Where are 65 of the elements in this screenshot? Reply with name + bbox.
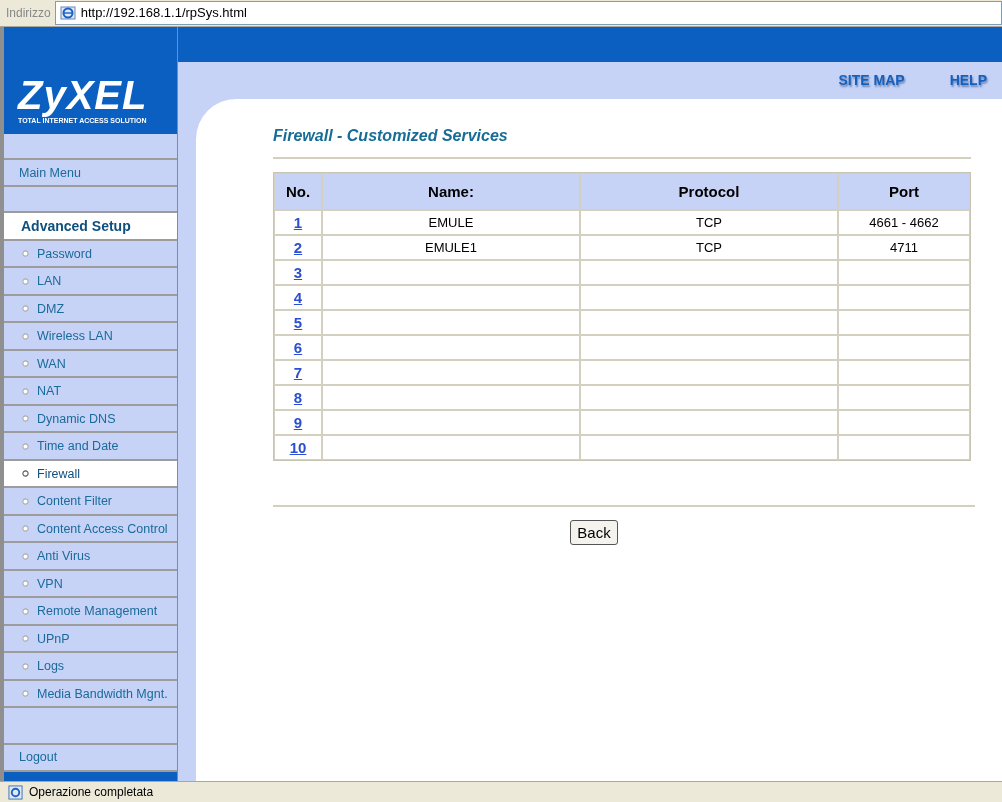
radio-icon bbox=[22, 662, 29, 670]
row-link[interactable]: 8 bbox=[293, 388, 303, 406]
row-link[interactable]: 10 bbox=[289, 438, 307, 456]
table-cell: TCP bbox=[580, 209, 838, 235]
logo-text: ZyXEL bbox=[18, 74, 149, 115]
column-header: Name: bbox=[322, 172, 580, 210]
radio-icon bbox=[22, 442, 29, 450]
sidebar-item[interactable]: Main Menu bbox=[4, 159, 177, 188]
row-link[interactable]: 6 bbox=[293, 338, 303, 356]
sidebar-item[interactable]: Dynamic DNS bbox=[4, 405, 177, 434]
radio-icon bbox=[22, 250, 29, 258]
radio-icon bbox=[22, 387, 29, 395]
row-link[interactable]: 4 bbox=[293, 288, 303, 306]
address-field[interactable]: http://192.168.1.1/rpSys.html bbox=[54, 1, 1002, 25]
sidebar-item[interactable]: VPN bbox=[4, 570, 177, 599]
table-cell: EMULE bbox=[322, 209, 580, 235]
row-link[interactable]: 3 bbox=[293, 263, 303, 281]
radio-icon bbox=[22, 635, 29, 643]
radio-icon bbox=[22, 305, 29, 313]
radio-icon bbox=[22, 277, 29, 285]
sidebar-heading: Advanced Setup bbox=[4, 213, 177, 241]
header-link[interactable]: HELP bbox=[949, 72, 987, 89]
sidebar-item[interactable]: Remote Management bbox=[4, 598, 177, 626]
row-link[interactable]: 9 bbox=[293, 413, 303, 431]
sidebar-item[interactable]: Logs bbox=[4, 653, 177, 681]
table-cell: 4711 bbox=[838, 234, 970, 260]
sidebar-item[interactable]: LAN bbox=[4, 268, 177, 296]
radio-icon bbox=[22, 360, 29, 368]
column-header: No. bbox=[274, 172, 322, 210]
page-icon bbox=[59, 5, 76, 21]
row-link[interactable]: 1 bbox=[293, 213, 303, 231]
sidebar-item[interactable]: UPnP bbox=[4, 625, 177, 654]
status-text: Operazione completata bbox=[29, 785, 154, 799]
page-icon bbox=[8, 784, 23, 800]
sidebar-item[interactable]: WAN bbox=[4, 350, 177, 379]
column-header: Port bbox=[838, 172, 970, 210]
radio-icon bbox=[22, 690, 29, 698]
radio-icon bbox=[22, 332, 29, 340]
back-button[interactable]: Back bbox=[570, 519, 618, 545]
radio-icon bbox=[22, 470, 29, 478]
radio-icon bbox=[22, 415, 29, 423]
row-link[interactable]: 5 bbox=[293, 313, 303, 331]
header-link[interactable]: SITE MAP bbox=[838, 72, 905, 89]
sidebar-item[interactable]: Media Bandwidth Mgnt. bbox=[4, 680, 177, 709]
radio-icon bbox=[22, 525, 29, 533]
radio-icon bbox=[22, 607, 29, 615]
sidebar-item[interactable]: Firewall bbox=[4, 460, 177, 489]
sidebar-item[interactable]: NAT bbox=[4, 378, 177, 406]
radio-icon bbox=[22, 497, 29, 505]
table-cell: 4661 - 4662 bbox=[838, 209, 970, 235]
sidebar-item[interactable]: Content Filter bbox=[4, 488, 177, 516]
table-cell: EMULE1 bbox=[322, 234, 580, 260]
page-title: Firewall - Customized Services bbox=[273, 126, 509, 145]
radio-icon bbox=[22, 580, 29, 588]
address-label: Indirizzo bbox=[6, 6, 51, 20]
table-cell: TCP bbox=[580, 234, 838, 260]
sidebar-item[interactable]: Anti Virus bbox=[4, 543, 177, 571]
sidebar-item[interactable]: Password bbox=[4, 240, 177, 269]
radio-icon bbox=[22, 552, 29, 560]
sidebar-item[interactable]: Wireless LAN bbox=[4, 323, 177, 351]
row-link[interactable]: 7 bbox=[293, 363, 303, 381]
column-header: Protocol bbox=[580, 172, 838, 210]
row-link[interactable]: 2 bbox=[293, 238, 303, 256]
sidebar-item[interactable]: DMZ bbox=[4, 295, 177, 324]
sidebar-item[interactable]: Content Access Control bbox=[4, 515, 177, 544]
